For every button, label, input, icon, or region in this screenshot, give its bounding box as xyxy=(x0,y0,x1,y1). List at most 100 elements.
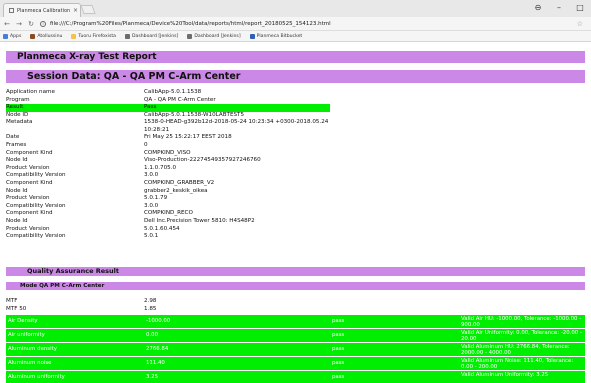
metadata-row: Product Version 1.1.0.705.0 xyxy=(6,165,330,173)
metadata-row: Date Fri May 25 15:22:17 EEST 2018 xyxy=(6,134,330,142)
bookmark-item[interactable]: Dashboard [Jenkins] xyxy=(125,33,179,39)
mtf-value: 2.98 xyxy=(144,298,157,304)
metadata-key: Metadata xyxy=(6,119,33,126)
bookmark-label: Planmeca Bitbucket xyxy=(256,33,303,39)
session-metadata-table: Application name CalibApp-5.0.1.1538 Progr… xyxy=(6,89,330,241)
metadata-value: 3.0.0 xyxy=(144,202,159,209)
metadata-row: Compatibility Version 5.0.1 xyxy=(6,233,330,241)
bookmark-star-icon[interactable]: ☆ xyxy=(577,20,583,28)
metadata-row: Component Kind COMPKIND_RECO xyxy=(6,210,330,218)
metadata-key: Frames xyxy=(6,141,27,148)
bookmark-label: Dashboard [Jenkins] xyxy=(132,33,179,39)
metadata-key: Node Id xyxy=(6,157,28,164)
result-value: 2766.84 xyxy=(146,346,169,352)
metadata-value: COMPKIND_RECO xyxy=(144,210,193,217)
mtf-key: MTF 50 xyxy=(6,305,27,312)
reload-icon[interactable]: ↻ xyxy=(26,20,36,28)
metadata-value: 5.0.1.79 xyxy=(144,195,168,202)
metadata-value: CalibApp-5.0.1.1538 xyxy=(144,89,202,95)
result-value: 111.40 xyxy=(146,360,165,366)
url-text[interactable]: file:///C:/Program%20Files/Planmeca/Devi… xyxy=(50,21,331,27)
bookmarks-bar: Apps Atollussinu Tuoru Firefoxista Dashboar… xyxy=(0,31,591,42)
result-status: pass xyxy=(332,346,345,352)
metadata-row: Product Version 5.0.1.60.454 xyxy=(6,226,330,234)
metadata-value: COMPKIND_VISO xyxy=(144,149,191,156)
metadata-row: Node Id grabber2_keskik_oikea xyxy=(6,188,330,196)
address-bar: ← → ↻ i file:///C:/Program%20Files/Planm… xyxy=(0,17,591,31)
metadata-key: Program xyxy=(6,96,30,103)
forward-icon[interactable]: → xyxy=(14,20,24,28)
metadata-key: Compatibility Version xyxy=(6,172,66,179)
result-row: Air uniformity 0.00 pass Valid Air Uniformi… xyxy=(6,329,585,342)
metadata-key: Result xyxy=(6,104,24,111)
metadata-row: Component Kind COMPKIND_GRABBER_V2 xyxy=(6,180,330,188)
result-tolerance: Valid Air Uniformity: 0.00, Tolerance: -… xyxy=(461,329,582,342)
metadata-key: Product Version xyxy=(6,164,50,171)
result-value: -1000.00 xyxy=(146,318,171,324)
page-icon xyxy=(9,8,14,13)
bookmark-item[interactable]: Tuoru Firefoxista xyxy=(71,33,116,39)
metadata-key: Node Id xyxy=(6,187,28,194)
metadata-value: 3.0.0 xyxy=(144,172,159,179)
browser-tab[interactable]: Planmeca Calibration Re × xyxy=(3,3,81,17)
result-row: Aluminum uniformity 3.25 pass Valid Aluminu… xyxy=(6,371,585,383)
minimize-button[interactable]: – xyxy=(551,3,567,12)
metadata-row: Program QA - QA PM C-Arm Center xyxy=(6,97,330,105)
result-tolerance: Valid Aluminum Uniformity: 3.25 xyxy=(461,371,549,378)
bookmark-icon xyxy=(187,33,193,39)
result-name: Air uniformity xyxy=(8,332,45,338)
metadata-value: Viso-Production-22274549357927246760 xyxy=(144,157,261,164)
metadata-value: 5.0.1.60.454 xyxy=(144,225,180,232)
metadata-value: 1538-0-HEAD-g392b12d-2018-05-24 10:23:34… xyxy=(144,119,329,133)
account-icon[interactable]: ⊖ xyxy=(530,3,546,12)
metadata-value: grabber2_keskik_oikea xyxy=(144,187,208,194)
bookmark-item[interactable]: Dashboard [Jenkins] xyxy=(187,33,241,39)
info-icon[interactable]: i xyxy=(40,20,46,27)
metadata-key: Application name xyxy=(6,89,55,95)
mtf-key: MTF xyxy=(6,298,18,304)
result-tolerance: Valid Aluminum Noise: 111.40, Tolerance:… xyxy=(461,357,574,370)
result-status: pass xyxy=(332,318,345,324)
mtf-row: MTF 50 1.85 xyxy=(6,306,585,314)
metadata-row: Product Version 5.0.1.79 xyxy=(6,195,330,203)
url-input[interactable]: i file:///C:/Program%20Files/Planmeca/De… xyxy=(40,18,587,29)
new-tab-button[interactable] xyxy=(80,5,96,14)
qa-section-title: Quality Assurance Result xyxy=(6,267,585,276)
metadata-key: Component Kind xyxy=(6,179,53,186)
report-title: Planmeca X-ray Test Report xyxy=(6,51,585,63)
mode-section-title: Mode QA PM C-Arm Center xyxy=(6,282,585,290)
session-title: Session Data: QA - QA PM C-Arm Center xyxy=(6,70,585,83)
result-value: 0.00 xyxy=(146,332,159,338)
maximize-button[interactable]: □ xyxy=(572,3,588,12)
bookmark-icon xyxy=(71,33,77,39)
result-name: Aluminum noise xyxy=(8,360,52,366)
metadata-key: Component Kind xyxy=(6,210,53,217)
result-row: Aluminum density 2766.84 pass Valid Aluminu… xyxy=(6,343,585,356)
bookmark-label: Apps xyxy=(10,33,22,39)
back-icon[interactable]: ← xyxy=(2,20,12,28)
close-tab-icon[interactable]: × xyxy=(71,7,80,14)
metadata-row: Component Kind COMPKIND_VISO xyxy=(6,150,330,158)
mtf-table: MTF 2.98 MTF 50 1.85 xyxy=(6,298,585,313)
result-row: Air Density -1000.00 pass Valid Air HU: -10… xyxy=(6,315,585,328)
bookmark-item[interactable]: Atollussinu xyxy=(30,33,62,39)
metadata-key: Product Version xyxy=(6,225,50,232)
bookmark-item[interactable]: Apps xyxy=(3,33,22,39)
result-status: pass xyxy=(332,360,345,366)
metadata-value: Dell Inc.Precision Tower 5810: H4S48P2 xyxy=(144,217,255,224)
qa-results-table: Air Density -1000.00 pass Valid Air HU: -10… xyxy=(6,315,585,383)
metadata-key: Compatibility Version xyxy=(6,233,66,240)
result-status: pass xyxy=(332,374,345,380)
metadata-value: 5.0.1 xyxy=(144,233,159,240)
result-name: Aluminum uniformity xyxy=(8,374,65,380)
bookmark-label: Tuoru Firefoxista xyxy=(78,33,116,39)
mtf-value: 1.85 xyxy=(144,305,157,312)
bookmark-icon xyxy=(3,33,8,39)
metadata-value: CalibApp-5.0.1.1538-W10LABTEST5 xyxy=(144,111,245,118)
metadata-row: Result Pass xyxy=(6,104,330,112)
metadata-key: Compatibility Version xyxy=(6,202,66,209)
tab-title: Planmeca Calibration Re xyxy=(17,7,71,14)
metadata-key: Component Kind xyxy=(6,149,53,156)
bookmark-item[interactable]: Planmeca Bitbucket xyxy=(249,33,303,39)
metadata-row: Node Id Viso-Production-22274549357927246… xyxy=(6,157,330,165)
